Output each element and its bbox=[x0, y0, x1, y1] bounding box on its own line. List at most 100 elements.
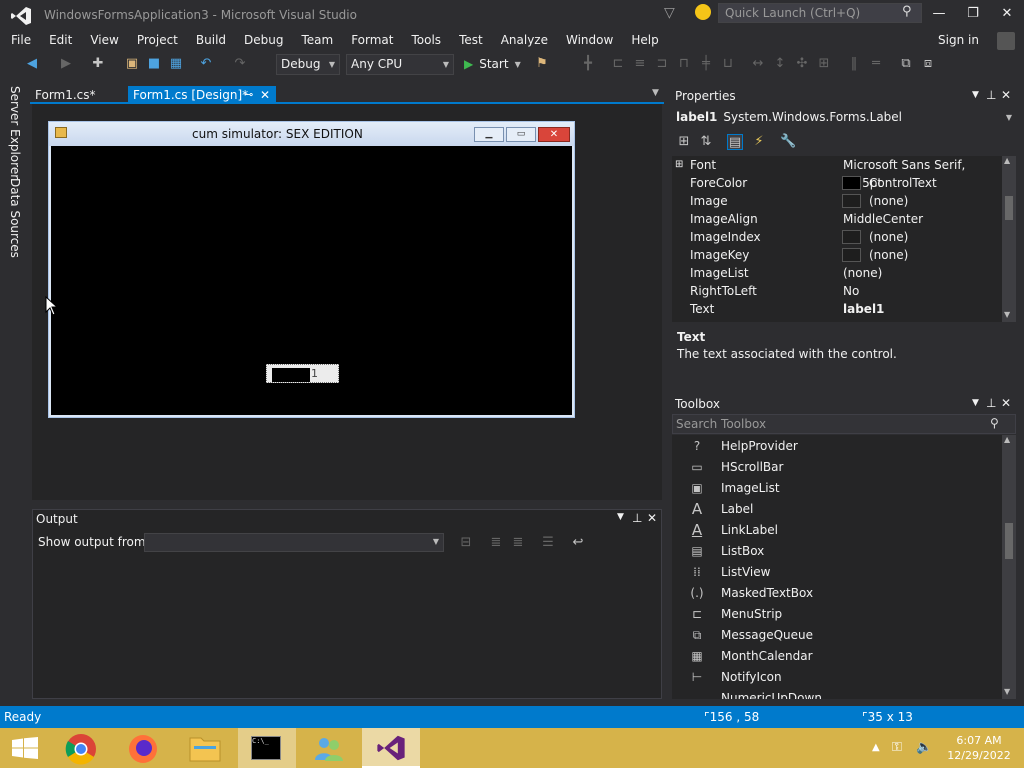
properties-pin-icon[interactable]: ⊥ bbox=[986, 88, 996, 102]
server-explorer-tab[interactable]: Server Explorer bbox=[8, 86, 22, 179]
menu-project[interactable]: Project bbox=[128, 30, 187, 50]
open-file-icon[interactable]: ▣ bbox=[124, 56, 140, 72]
show-hidden-icons-icon[interactable]: ▲ bbox=[872, 742, 880, 753]
output-source-dropdown[interactable]: ▼ bbox=[144, 533, 444, 552]
align-to-grid-icon[interactable]: ╋ bbox=[580, 56, 596, 72]
redo-icon[interactable]: ↷ bbox=[232, 56, 248, 72]
property-row[interactable]: Image (none) bbox=[672, 192, 1002, 210]
toolbox-close-icon[interactable]: ✕ bbox=[1001, 396, 1011, 410]
align-tops-icon[interactable]: ⊓ bbox=[676, 56, 692, 72]
toolbox-item-imagelist[interactable]: ▣ ImageList bbox=[672, 478, 1002, 499]
output-options-icon[interactable]: ▼ bbox=[617, 512, 624, 522]
pin-icon[interactable]: ⊸ bbox=[244, 86, 253, 104]
scroll-down-icon[interactable]: ▼ bbox=[1004, 310, 1010, 319]
people-taskbar-button[interactable] bbox=[300, 728, 358, 768]
start-menu-button[interactable] bbox=[0, 728, 58, 768]
scroll-up-icon[interactable]: ▲ bbox=[1004, 156, 1010, 165]
firefox-taskbar-button[interactable] bbox=[114, 728, 172, 768]
toolbox-item-messagequeue[interactable]: ⧉ MessageQueue bbox=[672, 625, 1002, 646]
toolbox-item-listbox[interactable]: ▤ ListBox bbox=[672, 541, 1002, 562]
toolbox-item-hscrollbar[interactable]: ▭ HScrollBar bbox=[672, 457, 1002, 478]
toolbox-item-label[interactable]: A Label bbox=[672, 499, 1002, 520]
align-middles-icon[interactable]: ╪ bbox=[698, 56, 714, 72]
toolbox-options-icon[interactable]: ▼ bbox=[972, 398, 979, 408]
property-row[interactable]: ForeColor ControlText bbox=[672, 174, 1002, 192]
properties-options-icon[interactable]: ▼ bbox=[972, 90, 979, 100]
toolbox-item-listview[interactable]: ⁞⁞ ListView bbox=[672, 562, 1002, 583]
word-wrap-icon[interactable]: ↩ bbox=[570, 535, 586, 551]
align-centers-icon[interactable]: ≡ bbox=[632, 56, 648, 72]
menu-format[interactable]: Format bbox=[342, 30, 402, 50]
menu-view[interactable]: View bbox=[81, 30, 127, 50]
events-icon[interactable]: ⚡ bbox=[751, 134, 767, 150]
property-row[interactable]: ImageIndex (none) bbox=[672, 228, 1002, 246]
align-rights-icon[interactable]: ⊐ bbox=[654, 56, 670, 72]
toolbox-item-monthcalendar[interactable]: ▦ MonthCalendar bbox=[672, 646, 1002, 667]
property-row[interactable]: ImageList (none) bbox=[672, 264, 1002, 282]
scroll-up-icon[interactable]: ▲ bbox=[1004, 435, 1010, 444]
toolbox-item-maskedtextbox[interactable]: (.) MaskedTextBox bbox=[672, 583, 1002, 604]
command-prompt-taskbar-button[interactable]: C:\_ bbox=[238, 728, 296, 768]
menu-analyze[interactable]: Analyze bbox=[492, 30, 557, 50]
file-explorer-taskbar-button[interactable] bbox=[176, 728, 234, 768]
horizontal-spacing-icon[interactable]: ‖ bbox=[846, 56, 862, 72]
chrome-taskbar-button[interactable] bbox=[52, 728, 110, 768]
quick-launch-input[interactable]: Quick Launch (Ctrl+Q) bbox=[718, 3, 922, 23]
menu-file[interactable]: File bbox=[2, 30, 40, 50]
property-row[interactable]: ⊞ Font Microsoft Sans Serif, 8.25pt bbox=[672, 156, 1002, 190]
align-lefts-icon[interactable]: ⊏ bbox=[610, 56, 626, 72]
make-same-height-icon[interactable]: ↕ bbox=[772, 56, 788, 72]
scroll-thumb[interactable] bbox=[1005, 196, 1013, 220]
notification-filter-icon[interactable]: ▽ bbox=[664, 5, 675, 21]
scroll-down-icon[interactable]: ▼ bbox=[1004, 687, 1010, 696]
toolbox-search-input[interactable]: Search Toolbox bbox=[672, 414, 1016, 434]
next-message-icon[interactable]: ≣ bbox=[510, 535, 526, 551]
send-to-back-icon[interactable]: ⧈ bbox=[920, 56, 936, 72]
property-row[interactable]: ImageKey (none) bbox=[672, 246, 1002, 264]
toolbox-pin-icon[interactable]: ⊥ bbox=[986, 396, 996, 410]
make-same-size-icon[interactable]: ✣ bbox=[794, 56, 810, 72]
save-icon[interactable]: ■ bbox=[146, 56, 162, 72]
toolbox-item-linklabel[interactable]: A LinkLabel bbox=[672, 520, 1002, 541]
menu-build[interactable]: Build bbox=[187, 30, 235, 50]
account-icon[interactable] bbox=[997, 32, 1015, 50]
output-pin-icon[interactable]: ⊥ bbox=[632, 511, 642, 525]
tab-form1-design[interactable]: Form1.cs [Design]* ⊸ ✕ bbox=[128, 86, 276, 104]
navigate-back-icon[interactable]: ◀ bbox=[24, 56, 40, 72]
properties-view-icon[interactable]: ▤ bbox=[727, 134, 743, 150]
property-row[interactable]: RightToLeft No bbox=[672, 282, 1002, 300]
size-to-grid-icon[interactable]: ⊞ bbox=[816, 56, 832, 72]
solution-configuration-dropdown[interactable]: Debug ▼ bbox=[276, 54, 340, 75]
start-button[interactable]: ▶ Start ▼ bbox=[464, 56, 521, 72]
toolbox-scrollbar[interactable]: ▲ ▼ bbox=[1002, 435, 1016, 699]
toolbox-item-helpprovider[interactable]: ? HelpProvider bbox=[672, 436, 1002, 457]
toolbox-item-menustrip[interactable]: ⊏ MenuStrip bbox=[672, 604, 1002, 625]
network-icon[interactable]: ⚿ bbox=[892, 740, 902, 755]
property-pages-icon[interactable]: 🔧 bbox=[780, 134, 796, 150]
tab-form1-cs[interactable]: Form1.cs* bbox=[30, 86, 126, 104]
browser-link-icon[interactable]: ⚑ bbox=[534, 56, 550, 72]
menu-test[interactable]: Test bbox=[450, 30, 492, 50]
toolbox-item-notifyicon[interactable]: ⊢ NotifyIcon bbox=[672, 667, 1002, 688]
property-row-selected[interactable]: Text label1 bbox=[672, 300, 1002, 318]
bring-to-front-icon[interactable]: ⧉ bbox=[898, 56, 914, 72]
clear-all-icon[interactable]: ☰ bbox=[540, 535, 556, 551]
menu-tools[interactable]: Tools bbox=[403, 30, 451, 50]
align-bottoms-icon[interactable]: ⊔ bbox=[720, 56, 736, 72]
menu-debug[interactable]: Debug bbox=[235, 30, 292, 50]
output-close-icon[interactable]: ✕ bbox=[647, 511, 657, 525]
restore-button[interactable]: ❐ bbox=[958, 4, 988, 24]
visual-studio-taskbar-button[interactable] bbox=[362, 728, 420, 768]
properties-object-selector[interactable]: label1 System.Windows.Forms.Label ▼ bbox=[676, 108, 1016, 126]
expand-icon[interactable]: ⊞ bbox=[675, 156, 683, 174]
close-button[interactable]: ✕ bbox=[992, 4, 1022, 24]
vertical-spacing-icon[interactable]: ═ bbox=[868, 56, 884, 72]
properties-close-icon[interactable]: ✕ bbox=[1001, 88, 1011, 102]
prev-message-icon[interactable]: ≣ bbox=[488, 535, 504, 551]
menu-team[interactable]: Team bbox=[292, 30, 342, 50]
menu-window[interactable]: Window bbox=[557, 30, 622, 50]
solution-platform-dropdown[interactable]: Any CPU ▼ bbox=[346, 54, 454, 75]
menu-edit[interactable]: Edit bbox=[40, 30, 81, 50]
scroll-thumb[interactable] bbox=[1005, 523, 1013, 559]
sign-in-link[interactable]: Sign in bbox=[938, 33, 979, 47]
